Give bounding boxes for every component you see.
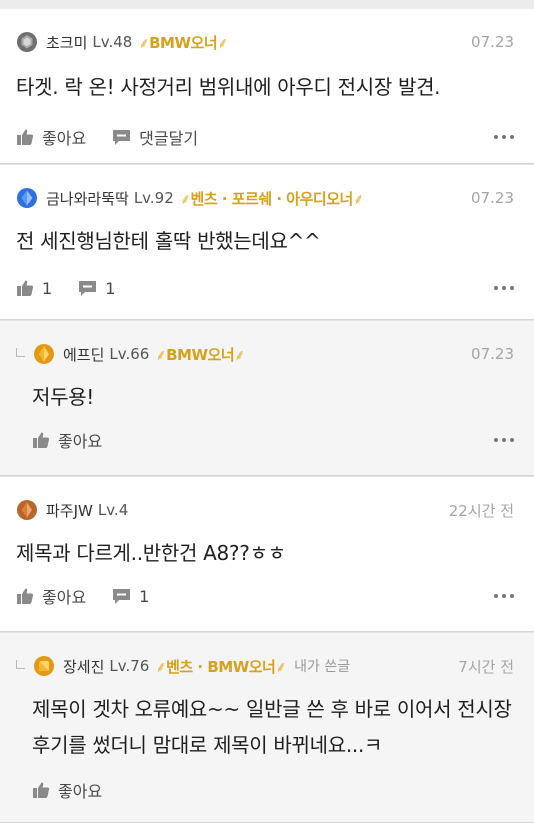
comment-text: 저두용!: [32, 385, 95, 409]
laurel-right-icon: ⸙: [275, 657, 287, 676]
comment-time: 22시간 전: [448, 501, 514, 520]
gray-medal-icon: [17, 32, 37, 52]
thumbs-up-icon: [17, 129, 34, 145]
speech-bubble-icon: [113, 129, 131, 145]
more-options-button[interactable]: [494, 286, 514, 290]
laurel-right-icon: ⸙: [352, 189, 364, 208]
laurel-right-icon: ⸙: [234, 345, 245, 364]
user-level: Lv.66: [109, 345, 150, 363]
nickname[interactable]: 초크미: [46, 32, 87, 53]
comment-time: 07.23: [471, 345, 514, 363]
reply-button[interactable]: 댓글달기: [112, 125, 198, 149]
like-label: 좋아요: [58, 432, 103, 451]
owner-badge: ⸙벤츠 · BMW오너⸙: [155, 656, 286, 677]
owner-badge: ⸙BMW오너⸙: [155, 344, 245, 365]
more-options-button[interactable]: [494, 135, 514, 139]
owner-badge: ⸙벤츠 · 포르쉐 · 아우디오너⸙: [180, 188, 364, 209]
owner-badge-text: 벤츠 · 포르쉐 · 아우디오너: [190, 189, 354, 208]
more-options-button[interactable]: [494, 594, 514, 598]
comment-time: 7시간 전: [458, 657, 514, 676]
like-count: 1: [42, 278, 53, 298]
comment-text: 타겟. 락 온! 사정거리 범위내에 아우디 전시장 발견.: [16, 75, 441, 99]
speech-bubble-icon: [79, 280, 97, 296]
gold-gem-icon: [34, 344, 54, 364]
laurel-left-icon: ⸙: [155, 345, 167, 364]
owner-badge-text: BMW오너: [149, 33, 218, 52]
thumbs-up-icon: [17, 588, 34, 604]
comment-time: 07.23: [471, 33, 514, 51]
like-button[interactable]: 좋아요: [32, 778, 102, 802]
owner-badge-text: BMW오너: [166, 345, 235, 364]
user-level: Lv.76: [109, 657, 150, 675]
laurel-right-icon: ⸙: [217, 33, 228, 52]
comment-header: 초크미 Lv.48 ⸙BMW오너⸙ 07.23: [16, 30, 514, 54]
like-button[interactable]: 좋아요: [32, 428, 102, 452]
like-label: 좋아요: [42, 129, 87, 148]
owner-badge: ⸙BMW오너⸙: [138, 32, 228, 53]
reply-item: 에프딘 Lv.66 ⸙BMW오너⸙ 07.23 저두용! 좋아요: [0, 321, 534, 476]
comment-text: 제목과 다르게..반한건 A8??ㅎㅎ: [16, 541, 286, 565]
comment-header: 에프딘 Lv.66 ⸙BMW오너⸙ 07.23: [16, 342, 514, 366]
reply-arrow-icon: [16, 347, 25, 357]
reply-count: 1: [139, 586, 150, 606]
like-label: 좋아요: [42, 588, 87, 607]
reply-button[interactable]: 1: [78, 279, 115, 298]
user-level: Lv.92: [133, 189, 174, 207]
owner-badge-text: 벤츠 · BMW오너: [166, 657, 276, 676]
speech-bubble-icon: [113, 588, 131, 604]
comment-item: 파주JW Lv.4 22시간 전 제목과 다르게..반한건 A8??ㅎㅎ 좋아요…: [0, 477, 534, 632]
comment-header: 파주JW Lv.4 22시간 전: [16, 498, 514, 522]
thumbs-up-icon: [17, 280, 34, 296]
reply-label: 댓글달기: [139, 129, 199, 148]
like-button[interactable]: 좋아요: [16, 125, 86, 149]
like-button[interactable]: 1: [16, 279, 52, 298]
comment-text: 제목이 겟차 오류예요~~ 일반글 쓴 후 바로 이어서 전시장후기를 썼더니 …: [32, 697, 512, 757]
comment-actions: 1 1: [16, 275, 514, 301]
comment-actions: 좋아요 1: [16, 583, 514, 609]
reply-item: 장세진 Lv.76 ⸙벤츠 · BMW오너⸙ 내가 쓴글 7시간 전 제목이 겟…: [0, 633, 534, 823]
comment-time: 07.23: [471, 189, 514, 207]
laurel-left-icon: ⸙: [179, 189, 191, 208]
like-button[interactable]: 좋아요: [16, 584, 86, 608]
gold-square-gem-icon: [34, 656, 54, 676]
nickname[interactable]: 장세진: [63, 656, 104, 677]
thumbs-up-icon: [33, 782, 50, 798]
comment-actions: 좋아요: [32, 427, 514, 453]
comment-actions: 좋아요: [32, 777, 514, 803]
reply-arrow-icon: [16, 659, 25, 669]
comment-text: 전 세진행님한테 홀딱 반했는데요^^: [16, 229, 321, 253]
nickname[interactable]: 파주JW: [46, 500, 93, 521]
my-post-label: 내가 쓴글: [294, 659, 351, 675]
bronze-gem-icon: [17, 500, 37, 520]
laurel-left-icon: ⸙: [138, 33, 150, 52]
more-options-button[interactable]: [494, 438, 514, 442]
comment-item: 초크미 Lv.48 ⸙BMW오너⸙ 07.23 타겟. 락 온! 사정거리 범위…: [0, 9, 534, 164]
comment-actions: 좋아요 댓글달기: [16, 124, 514, 150]
user-level: Lv.48: [92, 33, 133, 51]
blue-diamond-icon: [17, 188, 37, 208]
comment-item: 금나와라뚝딱 Lv.92 ⸙벤츠 · 포르쉐 · 아우디오너⸙ 07.23 전 …: [0, 165, 534, 320]
comment-header: 금나와라뚝딱 Lv.92 ⸙벤츠 · 포르쉐 · 아우디오너⸙ 07.23: [16, 186, 514, 210]
nickname[interactable]: 에프딘: [63, 344, 104, 365]
user-level: Lv.4: [97, 501, 129, 519]
comment-header: 장세진 Lv.76 ⸙벤츠 · BMW오너⸙ 내가 쓴글 7시간 전: [16, 654, 514, 678]
reply-count: 1: [105, 278, 116, 298]
like-label: 좋아요: [58, 782, 103, 801]
top-strip: [0, 0, 534, 9]
nickname[interactable]: 금나와라뚝딱: [46, 188, 129, 209]
laurel-left-icon: ⸙: [155, 657, 167, 676]
reply-button[interactable]: 1: [112, 587, 149, 606]
thumbs-up-icon: [33, 432, 50, 448]
